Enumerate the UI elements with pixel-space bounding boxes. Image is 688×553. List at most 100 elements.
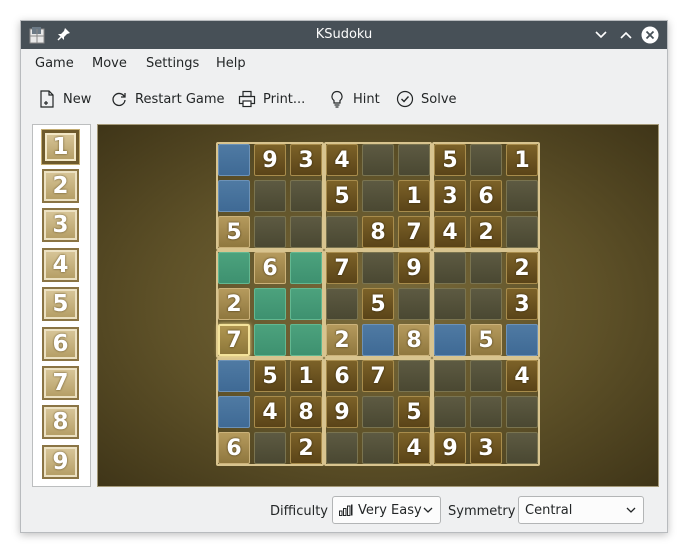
sudoku-cell[interactable]: 9 bbox=[434, 432, 466, 464]
sudoku-cell[interactable] bbox=[218, 360, 250, 392]
maximize-icon[interactable] bbox=[617, 26, 635, 44]
sudoku-cell[interactable] bbox=[290, 180, 322, 212]
minimize-icon[interactable] bbox=[592, 26, 610, 44]
sudoku-cell[interactable] bbox=[290, 324, 322, 356]
sudoku-cell[interactable]: 7 bbox=[362, 360, 394, 392]
sudoku-cell[interactable] bbox=[506, 216, 538, 248]
sudoku-cell[interactable]: 4 bbox=[506, 360, 538, 392]
sudoku-cell[interactable]: 2 bbox=[506, 252, 538, 284]
sudoku-cell[interactable] bbox=[398, 144, 430, 176]
symmetry-combo[interactable]: Central bbox=[518, 496, 644, 524]
sudoku-cell[interactable] bbox=[398, 288, 430, 320]
sudoku-cell[interactable] bbox=[470, 360, 502, 392]
sudoku-cell[interactable] bbox=[470, 288, 502, 320]
sudoku-cell[interactable]: 7 bbox=[398, 216, 430, 248]
sudoku-cell[interactable]: 9 bbox=[326, 396, 358, 428]
number-button-8[interactable]: 8 bbox=[42, 405, 79, 439]
number-button-5[interactable]: 5 bbox=[42, 287, 79, 321]
sudoku-cell[interactable]: 5 bbox=[326, 180, 358, 212]
number-button-1[interactable]: 1 bbox=[42, 130, 79, 164]
sudoku-cell[interactable]: 3 bbox=[290, 144, 322, 176]
sudoku-cell[interactable] bbox=[254, 216, 286, 248]
menu-move[interactable]: Move bbox=[92, 56, 127, 71]
sudoku-cell[interactable]: 5 bbox=[434, 144, 466, 176]
sudoku-cell[interactable] bbox=[362, 180, 394, 212]
sudoku-cell[interactable]: 6 bbox=[470, 180, 502, 212]
sudoku-cell[interactable] bbox=[362, 144, 394, 176]
sudoku-cell[interactable]: 2 bbox=[470, 216, 502, 248]
sudoku-cell[interactable]: 8 bbox=[362, 216, 394, 248]
sudoku-cell[interactable] bbox=[506, 324, 538, 356]
number-button-3[interactable]: 3 bbox=[42, 208, 79, 242]
sudoku-cell[interactable] bbox=[398, 360, 430, 392]
sudoku-cell[interactable] bbox=[254, 324, 286, 356]
sudoku-cell[interactable] bbox=[506, 432, 538, 464]
sudoku-cell[interactable]: 5 bbox=[470, 324, 502, 356]
print-button[interactable]: Print... bbox=[238, 87, 305, 111]
sudoku-cell[interactable]: 4 bbox=[254, 396, 286, 428]
restart-game-button[interactable]: Restart Game bbox=[110, 87, 225, 111]
sudoku-cell[interactable] bbox=[434, 360, 466, 392]
sudoku-cell[interactable] bbox=[362, 324, 394, 356]
sudoku-cell[interactable] bbox=[470, 252, 502, 284]
sudoku-cell[interactable]: 3 bbox=[470, 432, 502, 464]
sudoku-cell[interactable]: 9 bbox=[254, 144, 286, 176]
number-button-7[interactable]: 7 bbox=[42, 366, 79, 400]
sudoku-cell[interactable]: 4 bbox=[398, 432, 430, 464]
solve-button[interactable]: Solve bbox=[396, 87, 457, 111]
sudoku-cell[interactable] bbox=[326, 216, 358, 248]
sudoku-cell[interactable] bbox=[434, 288, 466, 320]
sudoku-cell[interactable]: 4 bbox=[434, 216, 466, 248]
close-icon[interactable] bbox=[641, 26, 659, 44]
sudoku-cell[interactable] bbox=[218, 144, 250, 176]
sudoku-cell[interactable] bbox=[470, 396, 502, 428]
number-button-4[interactable]: 4 bbox=[42, 248, 79, 282]
sudoku-cell[interactable] bbox=[326, 432, 358, 464]
sudoku-cell[interactable] bbox=[290, 288, 322, 320]
sudoku-cell[interactable]: 1 bbox=[506, 144, 538, 176]
sudoku-cell[interactable] bbox=[434, 324, 466, 356]
difficulty-combo[interactable]: Very Easy bbox=[332, 496, 441, 524]
sudoku-cell[interactable]: 7 bbox=[218, 324, 250, 356]
sudoku-cell[interactable]: 3 bbox=[506, 288, 538, 320]
sudoku-cell[interactable] bbox=[254, 180, 286, 212]
sudoku-cell[interactable] bbox=[362, 396, 394, 428]
sudoku-cell[interactable] bbox=[218, 180, 250, 212]
sudoku-cell[interactable]: 6 bbox=[218, 432, 250, 464]
menu-game[interactable]: Game bbox=[35, 56, 74, 71]
sudoku-cell[interactable] bbox=[254, 288, 286, 320]
number-button-9[interactable]: 9 bbox=[42, 445, 79, 479]
sudoku-cell[interactable] bbox=[290, 216, 322, 248]
new-button[interactable]: New bbox=[38, 87, 91, 111]
sudoku-cell[interactable] bbox=[434, 252, 466, 284]
number-button-6[interactable]: 6 bbox=[42, 327, 79, 361]
sudoku-cell[interactable]: 2 bbox=[290, 432, 322, 464]
sudoku-cell[interactable]: 5 bbox=[254, 360, 286, 392]
hint-button[interactable]: Hint bbox=[328, 87, 380, 111]
sudoku-cell[interactable]: 7 bbox=[326, 252, 358, 284]
sudoku-cell[interactable] bbox=[218, 252, 250, 284]
sudoku-cell[interactable]: 5 bbox=[362, 288, 394, 320]
sudoku-cell[interactable]: 5 bbox=[218, 216, 250, 248]
sudoku-cell[interactable] bbox=[290, 252, 322, 284]
sudoku-cell[interactable] bbox=[470, 144, 502, 176]
sudoku-cell[interactable] bbox=[506, 396, 538, 428]
sudoku-cell[interactable]: 2 bbox=[326, 324, 358, 356]
menu-settings[interactable]: Settings bbox=[146, 56, 199, 71]
number-button-2[interactable]: 2 bbox=[42, 169, 79, 203]
sudoku-cell[interactable]: 8 bbox=[398, 324, 430, 356]
sudoku-cell[interactable]: 5 bbox=[398, 396, 430, 428]
sudoku-cell[interactable] bbox=[218, 396, 250, 428]
sudoku-cell[interactable]: 6 bbox=[326, 360, 358, 392]
sudoku-cell[interactable]: 2 bbox=[218, 288, 250, 320]
sudoku-cell[interactable]: 4 bbox=[326, 144, 358, 176]
sudoku-cell[interactable] bbox=[254, 432, 286, 464]
sudoku-cell[interactable] bbox=[434, 396, 466, 428]
sudoku-cell[interactable]: 6 bbox=[254, 252, 286, 284]
sudoku-cell[interactable] bbox=[506, 180, 538, 212]
menu-help[interactable]: Help bbox=[216, 56, 246, 71]
sudoku-cell[interactable] bbox=[326, 288, 358, 320]
sudoku-cell[interactable]: 3 bbox=[434, 180, 466, 212]
sudoku-cell[interactable]: 8 bbox=[290, 396, 322, 428]
sudoku-cell[interactable]: 9 bbox=[398, 252, 430, 284]
